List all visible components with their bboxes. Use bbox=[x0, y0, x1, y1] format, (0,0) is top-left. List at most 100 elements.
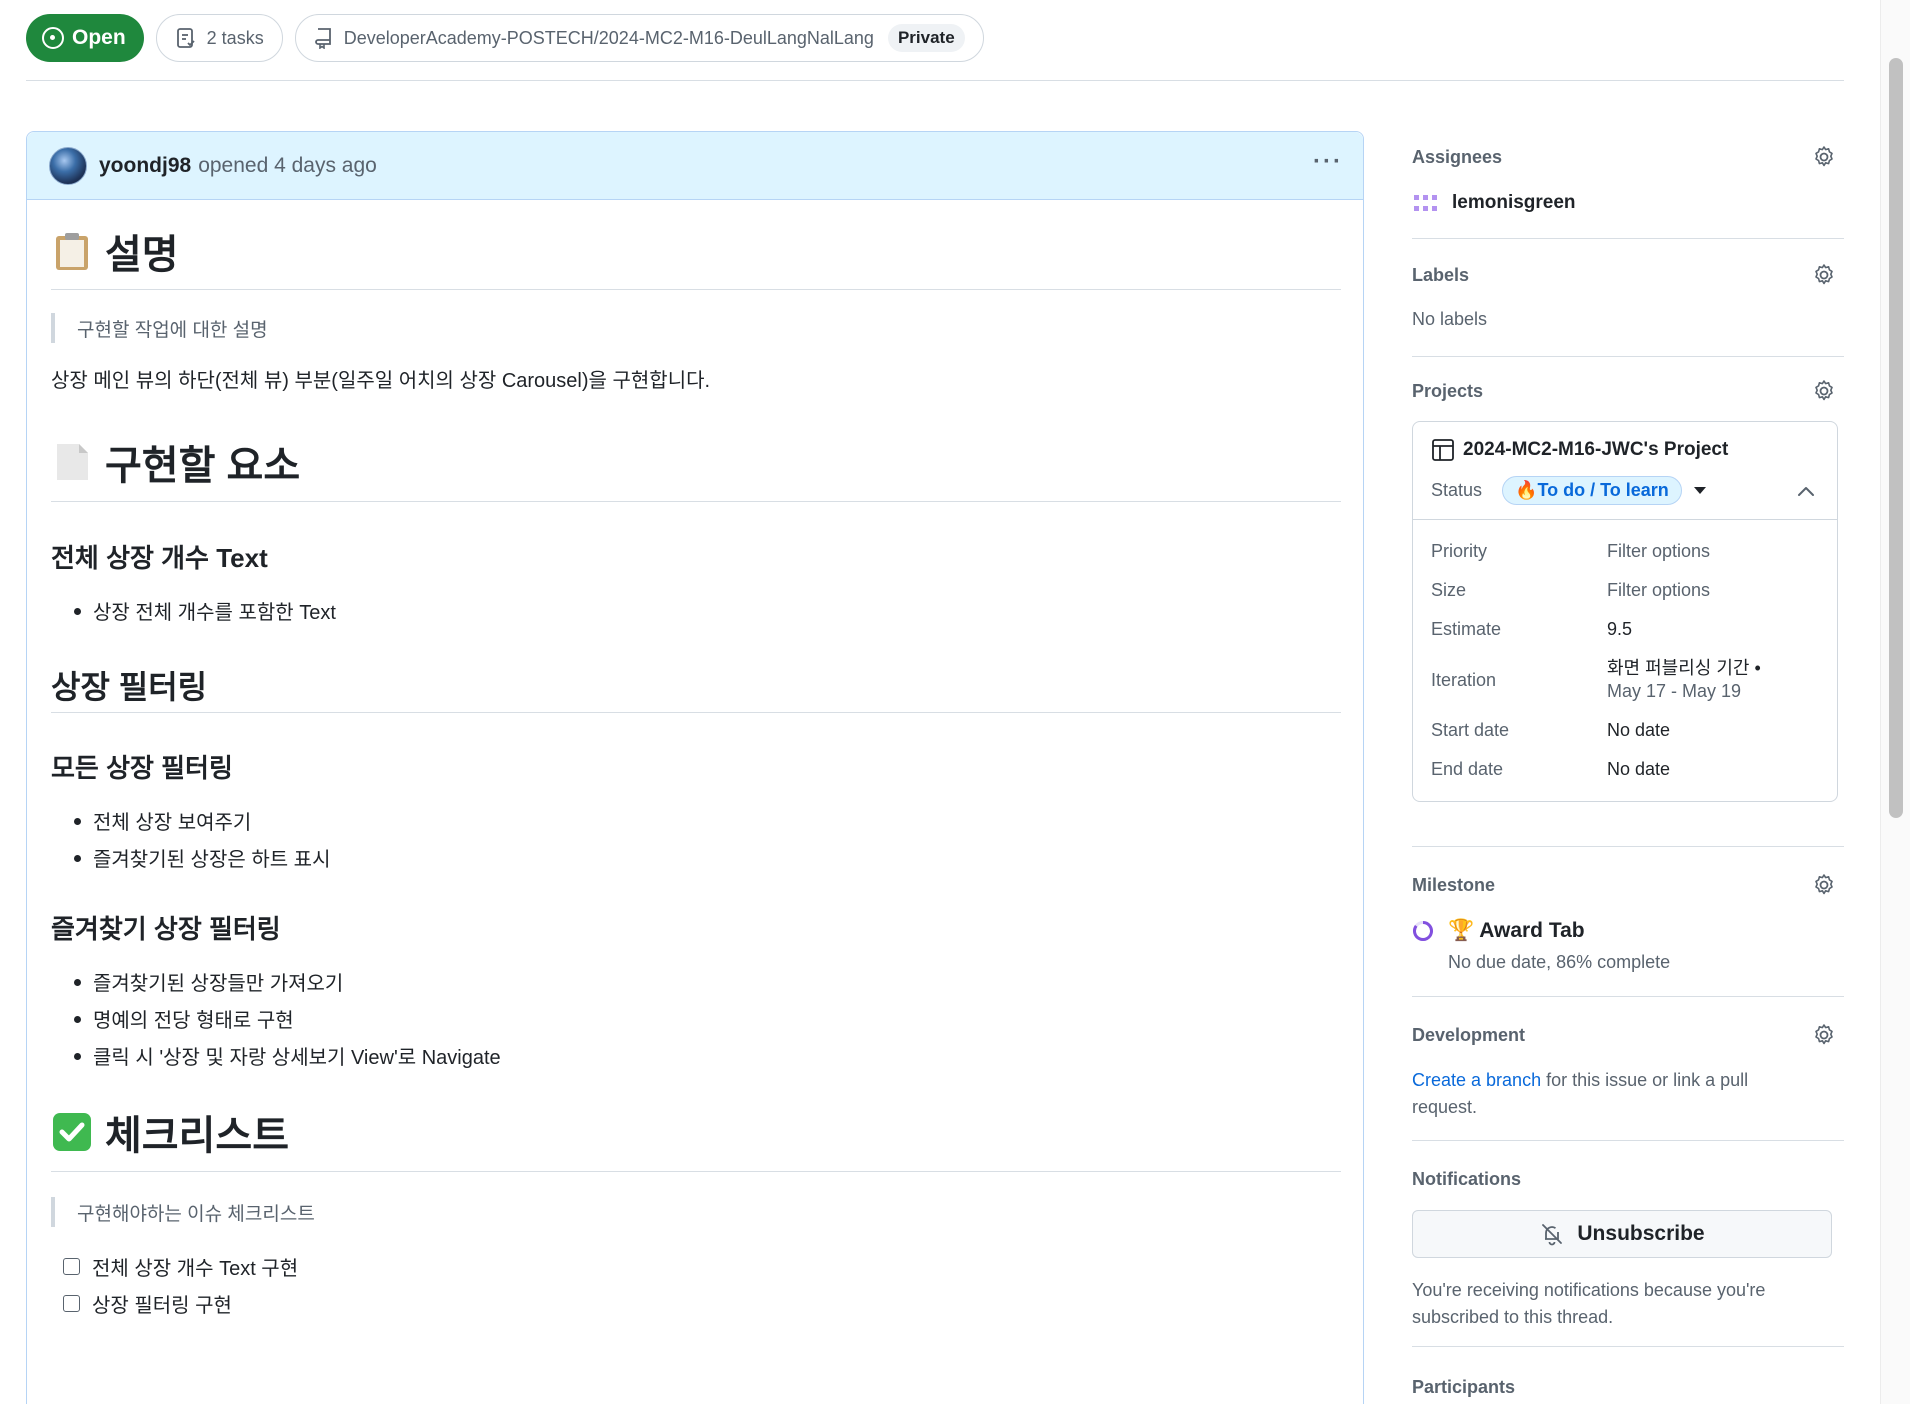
milestone-title[interactable]: Milestone bbox=[1412, 875, 1495, 896]
caret-down-icon[interactable] bbox=[1693, 487, 1706, 494]
comment-header: yoondj98 opened 4 days ago ··· bbox=[27, 132, 1363, 200]
field-value[interactable]: Filter options bbox=[1607, 580, 1710, 601]
assignees-title[interactable]: Assignees bbox=[1412, 147, 1502, 168]
tasklist-icon bbox=[176, 28, 195, 48]
blockquote-checklist: 구현해야하는 이슈 체크리스트 bbox=[51, 1197, 315, 1227]
gear-icon[interactable] bbox=[1812, 263, 1836, 287]
kebab-menu-icon[interactable]: ··· bbox=[1313, 150, 1343, 174]
milestone-meta: No due date, 86% complete bbox=[1448, 952, 1671, 972]
field-row-iteration[interactable]: Iteration 화면 퍼블리싱 기간 • May 17 - May 19 bbox=[1431, 649, 1819, 711]
field-row-start-date[interactable]: Start date No date bbox=[1431, 711, 1819, 750]
repo-pill[interactable]: DeveloperAcademy-POSTECH/2024-MC2-M16-De… bbox=[294, 14, 984, 62]
tasks-count: 2 tasks bbox=[206, 27, 264, 48]
heading-total-count: 전체 상장 개수 Text bbox=[51, 543, 268, 573]
repo-name[interactable]: DeveloperAcademy-POSTECH/2024-MC2-M16-De… bbox=[344, 28, 874, 49]
tasks-pill[interactable]: 2 tasks bbox=[155, 14, 283, 62]
notifications-reason: You're receiving notifications because y… bbox=[1412, 1280, 1766, 1327]
labels-title[interactable]: Labels bbox=[1412, 265, 1469, 286]
project-title-row[interactable]: 2024-MC2-M16-JWC's Project bbox=[1431, 438, 1819, 462]
milestone-name[interactable]: 🏆 Award Tab bbox=[1448, 919, 1585, 943]
issue-header-bar: Open 2 tasks DeveloperAcademy-POSTECH/20… bbox=[26, 14, 984, 62]
field-value[interactable]: 9.5 bbox=[1607, 619, 1632, 640]
field-row-end-date[interactable]: End date No date bbox=[1431, 750, 1819, 789]
field-row-priority[interactable]: Priority Filter options bbox=[1431, 532, 1819, 571]
check-mark-button-icon bbox=[53, 1113, 91, 1151]
create-branch-link[interactable]: Create a branch bbox=[1412, 1070, 1541, 1090]
task-item: 상장 필터링 구현 bbox=[51, 1285, 298, 1322]
milestone-row[interactable]: 🏆 Award Tab bbox=[1412, 919, 1585, 943]
author-avatar[interactable] bbox=[49, 146, 87, 185]
heading-checklist: 체크리스트 bbox=[51, 1103, 1341, 1172]
task-item: 전체 상장 개수 Text 구현 bbox=[51, 1248, 298, 1285]
project-card-header: 2024-MC2-M16-JWC's Project Status 🔥To do… bbox=[1413, 422, 1837, 520]
assignee-row[interactable]: lemonisgreen bbox=[1412, 189, 1576, 217]
assignee-avatar-icon bbox=[1414, 195, 1437, 211]
field-key: Estimate bbox=[1431, 619, 1502, 639]
chevron-up-icon[interactable] bbox=[1797, 485, 1815, 497]
issue-opened-icon bbox=[42, 27, 64, 49]
milestone-section: Milestone 🏆 Award Tab No due date, 86% c… bbox=[1412, 847, 1844, 997]
development-section: Development Create a branch for this iss… bbox=[1412, 997, 1844, 1141]
field-row-size[interactable]: Size Filter options bbox=[1431, 571, 1819, 610]
heading-elements-text: 구현할 요소 bbox=[105, 443, 301, 488]
notifications-section: Notifications Unsubscribe You're receivi… bbox=[1412, 1141, 1844, 1347]
private-badge: Private bbox=[887, 24, 965, 52]
heading-description: 설명 bbox=[51, 222, 1341, 290]
task-checkbox[interactable] bbox=[63, 1295, 80, 1312]
iteration-name: 화면 퍼블리싱 기간 • bbox=[1607, 658, 1761, 678]
projects-section: Projects 2024-MC2-M16-JWC's Project Stat… bbox=[1412, 357, 1844, 847]
field-key: End date bbox=[1431, 759, 1504, 779]
issue-state-label: Open bbox=[72, 26, 126, 49]
gear-icon[interactable] bbox=[1812, 145, 1836, 169]
heading-elements: 구현할 요소 bbox=[51, 432, 1341, 502]
list-item: 즐겨찾기된 상장은 하트 표시 bbox=[51, 839, 330, 876]
field-value[interactable]: No date bbox=[1607, 720, 1670, 741]
task-label: 상장 필터링 구현 bbox=[92, 1295, 232, 1317]
gear-icon[interactable] bbox=[1812, 379, 1836, 403]
list-favorite-filter: 즐겨찾기된 상장들만 가져오기 명예의 전당 형태로 구현 클릭 시 '상장 및… bbox=[51, 963, 501, 1074]
task-label: 전체 상장 개수 Text 구현 bbox=[92, 1258, 299, 1280]
status-pill[interactable]: 🔥To do / To learn bbox=[1502, 476, 1682, 505]
gear-icon[interactable] bbox=[1812, 873, 1836, 897]
list-item: 즐겨찾기된 상장들만 가져오기 bbox=[51, 963, 501, 1000]
heading-checklist-text: 체크리스트 bbox=[105, 1114, 289, 1158]
assignees-section: Assignees lemonisgreen bbox=[1412, 131, 1844, 239]
table-icon bbox=[1432, 439, 1454, 461]
gear-icon[interactable] bbox=[1812, 1023, 1836, 1047]
field-key: Iteration bbox=[1431, 669, 1497, 690]
field-value[interactable]: Filter options bbox=[1607, 541, 1710, 562]
field-value[interactable]: 화면 퍼블리싱 기간 • May 17 - May 19 bbox=[1607, 657, 1761, 703]
field-value[interactable]: No date bbox=[1607, 759, 1670, 780]
field-key: Priority bbox=[1431, 541, 1488, 561]
task-list: 전체 상장 개수 Text 구현 상장 필터링 구현 bbox=[51, 1248, 298, 1322]
progress-ring-icon bbox=[1413, 921, 1433, 941]
list-item: 상장 전체 개수를 포함한 Text bbox=[51, 592, 336, 629]
heading-all-filter: 모든 상장 필터링 bbox=[51, 753, 233, 783]
project-name[interactable]: 2024-MC2-M16-JWC's Project bbox=[1463, 439, 1728, 461]
scrollbar-thumb[interactable] bbox=[1889, 58, 1903, 818]
header-divider bbox=[26, 80, 1844, 81]
task-checkbox[interactable] bbox=[63, 1258, 80, 1275]
projects-title[interactable]: Projects bbox=[1412, 381, 1483, 402]
iteration-dates: May 17 - May 19 bbox=[1607, 681, 1742, 701]
clipboard-icon bbox=[56, 232, 88, 270]
comment-author[interactable]: yoondj98 bbox=[99, 154, 191, 178]
development-title[interactable]: Development bbox=[1412, 1025, 1525, 1046]
issue-body-comment: yoondj98 opened 4 days ago ··· 설명 구현할 작업… bbox=[26, 131, 1364, 1404]
list-item: 클릭 시 '상장 및 자랑 상세보기 View'로 Navigate bbox=[51, 1037, 501, 1074]
field-key: Start date bbox=[1431, 720, 1510, 740]
field-key: Size bbox=[1431, 580, 1467, 600]
assignee-name[interactable]: lemonisgreen bbox=[1452, 192, 1576, 214]
project-card: 2024-MC2-M16-JWC's Project Status 🔥To do… bbox=[1412, 421, 1838, 802]
comment-timestamp[interactable]: opened 4 days ago bbox=[198, 154, 377, 178]
unsubscribe-button[interactable]: Unsubscribe bbox=[1412, 1210, 1832, 1258]
field-row-estimate[interactable]: Estimate 9.5 bbox=[1431, 610, 1819, 649]
status-label: Status bbox=[1431, 480, 1483, 500]
page-scrollbar[interactable] bbox=[1880, 0, 1910, 1404]
page-icon bbox=[57, 443, 88, 480]
blockquote-description: 구현할 작업에 대한 설명 bbox=[51, 313, 268, 343]
heading-filtering: 상장 필터링 bbox=[51, 662, 1341, 713]
list-item: 전체 상장 보여주기 bbox=[51, 802, 330, 839]
list-total-count: 상장 전체 개수를 포함한 Text bbox=[51, 592, 336, 629]
list-all-filter: 전체 상장 보여주기 즐겨찾기된 상장은 하트 표시 bbox=[51, 802, 330, 876]
